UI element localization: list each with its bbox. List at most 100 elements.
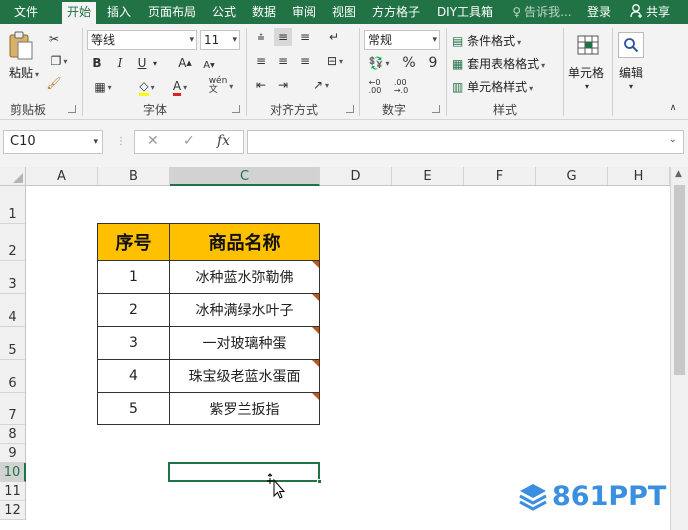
scroll-up-icon[interactable]: ▲ bbox=[675, 169, 682, 179]
align-left-icon[interactable]: ≡ bbox=[252, 52, 270, 70]
chevron-down-icon[interactable]: ▾ bbox=[624, 80, 638, 92]
comment-indicator-icon[interactable] bbox=[312, 294, 319, 301]
table-header-index[interactable]: 序号 bbox=[97, 223, 170, 261]
decrease-indent-icon[interactable]: ⇤ bbox=[252, 76, 270, 94]
column-header-c[interactable]: C bbox=[170, 167, 320, 186]
orientation-icon[interactable]: ↗ bbox=[306, 76, 336, 94]
comma-style-button[interactable]: 9 bbox=[424, 54, 442, 72]
shrink-font-button[interactable]: A ▼ bbox=[200, 56, 218, 74]
tab-page-layout[interactable]: 页面布局 bbox=[144, 0, 200, 24]
bold-button[interactable]: B bbox=[89, 54, 105, 72]
name-box[interactable]: C10 ▾ bbox=[3, 130, 103, 154]
tab-data[interactable]: 数据 bbox=[249, 0, 279, 24]
row-header-6[interactable]: 6 bbox=[0, 360, 26, 393]
row-header-1[interactable]: 1 bbox=[0, 186, 26, 224]
cell-styles-button[interactable]: ▥ 单元格样式 bbox=[452, 78, 533, 95]
share-button[interactable]: 共享 bbox=[624, 0, 676, 24]
column-header-g[interactable]: G bbox=[536, 167, 608, 186]
align-center-icon[interactable]: ≡ bbox=[274, 52, 292, 70]
editing-button[interactable]: 编辑 bbox=[619, 64, 643, 81]
column-header-h[interactable]: H bbox=[608, 167, 670, 186]
wrap-text-icon[interactable]: ↵ bbox=[322, 28, 346, 46]
table-cell-product[interactable]: 一对玻璃种蛋 bbox=[169, 326, 320, 360]
splitter-dots-icon[interactable]: ⋮ bbox=[116, 136, 126, 147]
table-cell-product[interactable]: 冰种满绿水叶子 bbox=[169, 293, 320, 327]
formula-input[interactable]: ⌄ bbox=[247, 130, 684, 154]
cancel-icon[interactable]: ✕ bbox=[147, 133, 159, 149]
vertical-scrollbar[interactable]: ▲ bbox=[670, 167, 688, 530]
merge-center-icon[interactable]: ⊟ bbox=[320, 52, 350, 70]
conditional-formatting-button[interactable]: ▤ 条件格式 bbox=[452, 32, 521, 49]
tab-view[interactable]: 视图 bbox=[329, 0, 359, 24]
comment-indicator-icon[interactable] bbox=[312, 393, 319, 400]
row-header-11[interactable]: 11 bbox=[0, 482, 26, 501]
row-header-7[interactable]: 7 bbox=[0, 393, 26, 425]
borders-icon[interactable]: ▦ bbox=[89, 78, 117, 96]
table-cell-index[interactable]: 4 bbox=[97, 359, 170, 393]
tab-diy-toolbox[interactable]: DIY工具箱 bbox=[434, 0, 496, 24]
font-launcher-icon[interactable] bbox=[232, 105, 240, 113]
enter-icon[interactable]: ✓ bbox=[183, 133, 195, 149]
insert-function-icon[interactable]: fx bbox=[217, 133, 230, 149]
comment-indicator-icon[interactable] bbox=[312, 327, 319, 334]
decrease-decimal-icon[interactable]: .00 →.0 bbox=[390, 78, 412, 96]
align-middle-icon[interactable]: ≡ bbox=[274, 28, 292, 46]
chevron-down-icon[interactable]: ▾ bbox=[580, 80, 594, 92]
font-color-icon[interactable]: A bbox=[166, 78, 194, 96]
tab-file[interactable]: 文件 bbox=[0, 0, 52, 24]
search-icon[interactable] bbox=[618, 32, 644, 58]
italic-button[interactable]: I bbox=[112, 54, 128, 72]
cells-button[interactable]: 单元格 bbox=[568, 64, 604, 81]
cells-icon[interactable] bbox=[575, 32, 601, 58]
comment-indicator-icon[interactable] bbox=[312, 360, 319, 367]
column-header-b[interactable]: B bbox=[98, 167, 170, 186]
fill-color-icon[interactable]: ◇ bbox=[133, 78, 161, 96]
tab-home[interactable]: 开始 bbox=[62, 2, 96, 24]
grow-font-button[interactable]: A ▲ bbox=[176, 54, 194, 72]
login-button[interactable]: 登录 bbox=[584, 0, 614, 24]
align-right-icon[interactable]: ≡ bbox=[296, 52, 314, 70]
number-launcher-icon[interactable] bbox=[432, 105, 440, 113]
row-header-4[interactable]: 4 bbox=[0, 294, 26, 327]
tell-me-box[interactable]: ♀ 告诉我... bbox=[508, 0, 576, 24]
increase-indent-icon[interactable]: ⇥ bbox=[274, 76, 292, 94]
column-header-a[interactable]: A bbox=[26, 167, 98, 186]
table-cell-product[interactable]: 珠宝级老蓝水蛋面 bbox=[169, 359, 320, 393]
row-header-8[interactable]: 8 bbox=[0, 425, 26, 444]
underline-button[interactable]: U bbox=[134, 54, 150, 72]
table-cell-index[interactable]: 5 bbox=[97, 392, 170, 425]
table-cell-index[interactable]: 2 bbox=[97, 293, 170, 327]
paste-icon[interactable] bbox=[6, 30, 36, 62]
number-format-combo[interactable]: 常规 ▾ bbox=[364, 30, 440, 50]
cut-icon[interactable]: ✂ bbox=[44, 30, 64, 48]
phonetic-icon[interactable]: wén 文 bbox=[206, 76, 236, 96]
alignment-launcher-icon[interactable] bbox=[346, 105, 354, 113]
accounting-format-icon[interactable]: 💱 bbox=[364, 54, 394, 72]
select-all-corner[interactable] bbox=[0, 167, 26, 186]
row-header-9[interactable]: 9 bbox=[0, 444, 26, 463]
row-header-12[interactable]: 12 bbox=[0, 501, 26, 520]
row-header-10[interactable]: 10 bbox=[0, 463, 26, 482]
expand-formula-bar-icon[interactable]: ⌄ bbox=[669, 134, 677, 145]
format-as-table-button[interactable]: ▦ 套用表格格式 bbox=[452, 55, 545, 72]
font-size-combo[interactable]: 11 ▾ bbox=[200, 30, 240, 50]
active-cell-selection[interactable] bbox=[168, 462, 322, 484]
font-name-combo[interactable]: 等线 ▾ bbox=[87, 30, 197, 50]
tab-insert[interactable]: 插入 bbox=[103, 0, 135, 24]
scrollbar-thumb[interactable] bbox=[674, 185, 685, 375]
row-header-5[interactable]: 5 bbox=[0, 327, 26, 360]
tab-formulas[interactable]: 公式 bbox=[209, 0, 239, 24]
table-header-product-name[interactable]: 商品名称 bbox=[169, 223, 320, 261]
table-cell-product[interactable]: 冰种蓝水弥勒佛 bbox=[169, 260, 320, 294]
paste-button[interactable]: 粘贴 bbox=[9, 64, 39, 81]
percent-style-button[interactable]: % bbox=[400, 54, 418, 72]
align-top-icon[interactable]: ⩮ bbox=[252, 28, 270, 46]
tab-fangfang-gezi[interactable]: 方方格子 bbox=[368, 0, 424, 24]
fill-handle[interactable] bbox=[317, 479, 322, 484]
clipboard-launcher-icon[interactable] bbox=[68, 105, 76, 113]
table-cell-index[interactable]: 1 bbox=[97, 260, 170, 294]
format-painter-icon[interactable]: 🖌 bbox=[44, 74, 64, 92]
table-cell-index[interactable]: 3 bbox=[97, 326, 170, 360]
tab-review[interactable]: 审阅 bbox=[289, 0, 319, 24]
row-header-3[interactable]: 3 bbox=[0, 261, 26, 294]
